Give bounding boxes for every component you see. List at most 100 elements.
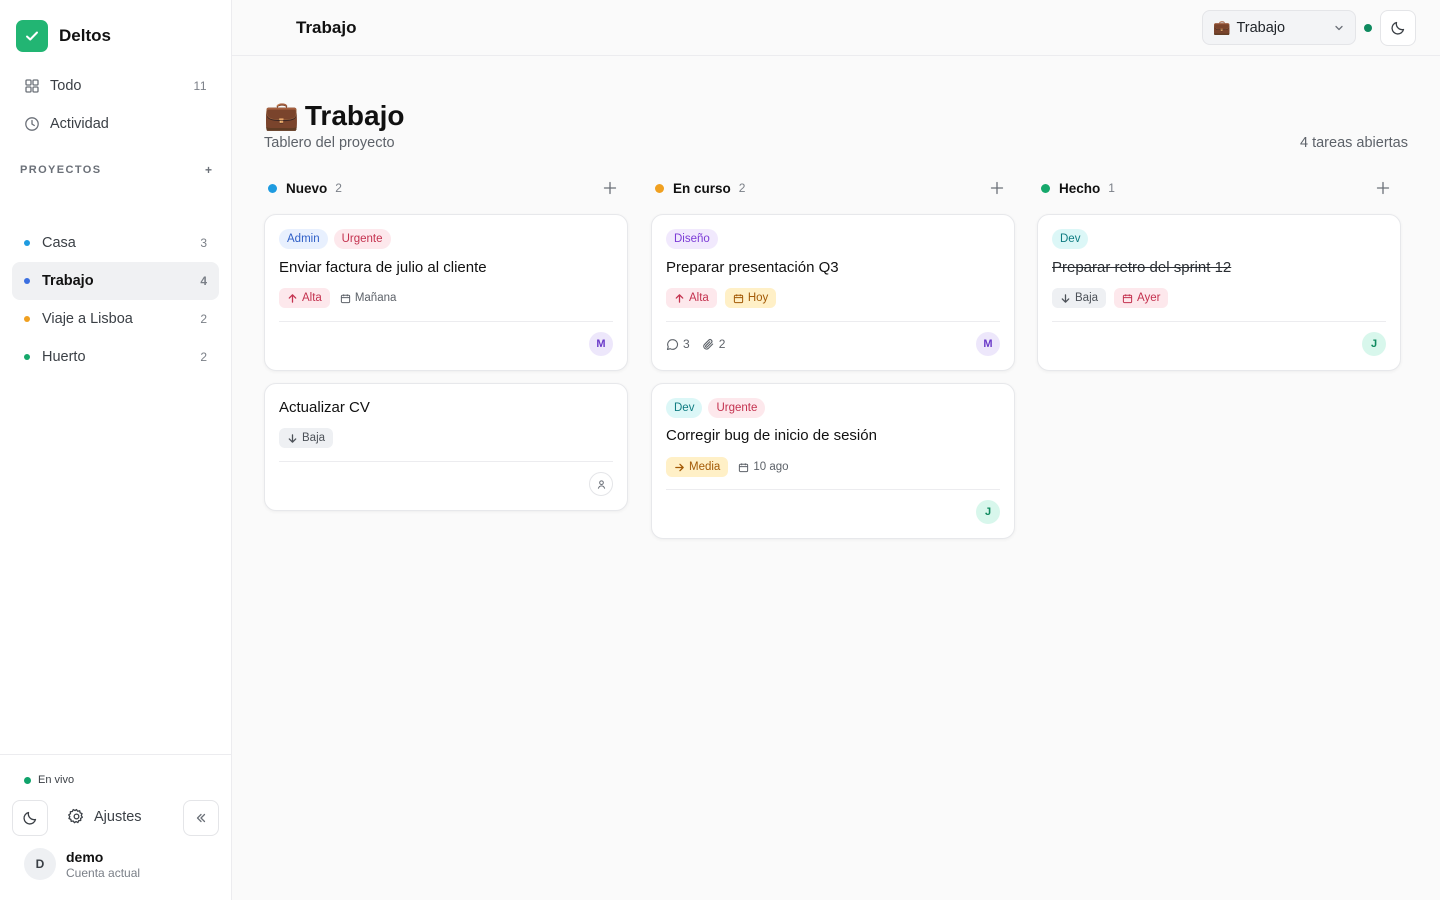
column-header: Hecho 1 — [1037, 178, 1401, 198]
column-count: 2 — [738, 181, 746, 195]
task-card[interactable]: Admin Urgente Enviar factura de julio al… — [264, 214, 628, 371]
add-task-plus-icon[interactable] — [602, 180, 618, 196]
card-tags: Dev — [1052, 229, 1089, 249]
column-en-curso: En curso 2 Diseño Preparar presentación … — [651, 178, 1015, 539]
column-name: En curso — [673, 180, 731, 196]
page-title: 💼 Trabajo — [264, 99, 404, 132]
avatar[interactable]: M — [589, 332, 613, 356]
calendar-icon — [739, 462, 749, 472]
clock-icon — [24, 116, 40, 132]
card-divider — [666, 321, 1000, 322]
card-meta: Media 10 ago — [666, 457, 791, 477]
calendar-icon — [1122, 293, 1133, 303]
card-stats: 3 2 — [666, 337, 725, 351]
calendar-icon — [733, 293, 743, 303]
due-date-chip: 10 ago — [736, 457, 790, 477]
tag-urgente: Urgente — [708, 398, 766, 418]
due-date-chip: Ayer — [1114, 288, 1169, 308]
page-header-title: Trabajo — [296, 18, 357, 37]
sidebar-item-trabajo[interactable]: Trabajo 4 — [12, 262, 219, 300]
card-divider — [1052, 321, 1386, 322]
projects-heading: PROYECTOS + — [20, 163, 212, 177]
open-tasks-count: 4 tareas abiertas — [1299, 135, 1408, 151]
add-task-plus-icon[interactable] — [989, 180, 1005, 196]
card-tags: Dev Urgente — [666, 398, 766, 418]
tag-urgente: Urgente — [333, 229, 391, 249]
arrow-down-icon — [1061, 293, 1070, 303]
card-meta: Baja Ayer — [1052, 288, 1169, 308]
user-subtitle: Cuenta actual — [66, 865, 141, 880]
sidebar-item-huerto[interactable]: Huerto 2 — [12, 338, 219, 376]
project-color-dot — [24, 316, 30, 322]
live-dot-icon — [24, 776, 31, 784]
priority-label: Alta — [302, 292, 322, 304]
nav-item-label: Actividad — [50, 116, 109, 132]
priority-label: Alta — [689, 292, 709, 304]
project-count: 2 — [200, 350, 207, 364]
unassigned-user-icon[interactable] — [589, 472, 613, 496]
app-name: Deltos — [59, 26, 111, 45]
due-date-label: Mañana — [354, 292, 397, 304]
nav-item-todo[interactable]: Todo 11 — [12, 67, 219, 105]
column-count: 1 — [1108, 181, 1115, 195]
arrow-up-icon — [675, 293, 684, 303]
project-count: 2 — [200, 312, 207, 326]
arrow-down-icon — [288, 433, 297, 443]
comments-value: 3 — [683, 337, 690, 351]
add-task-plus-icon[interactable] — [1375, 180, 1391, 196]
project-color-dot — [24, 354, 30, 360]
card-title: Preparar retro del sprint 12 — [1052, 259, 1232, 276]
card-title: Actualizar CV — [279, 399, 370, 416]
chevron-down-icon — [1335, 25, 1343, 30]
priority-chip: Alta — [279, 288, 330, 308]
priority-label: Media — [689, 461, 721, 473]
comments-count: 3 — [666, 337, 690, 351]
user-name: demo — [66, 848, 104, 865]
card-meta: Alta Hoy — [666, 288, 777, 308]
sidebar-footer: En vivo Ajustes D demo Cuenta actual — [0, 754, 231, 900]
user-account[interactable]: D demo Cuenta actual — [24, 848, 140, 880]
theme-toggle-button[interactable] — [1380, 10, 1416, 46]
settings-button[interactable]: Ajustes — [68, 808, 142, 825]
project-select[interactable]: 💼 Trabajo — [1202, 10, 1356, 45]
column-count: 2 — [335, 181, 342, 195]
comment-icon — [666, 338, 679, 350]
avatar[interactable]: J — [1362, 332, 1386, 356]
column-header: Nuevo 2 — [264, 178, 628, 198]
card-tags: Admin Urgente — [279, 229, 391, 249]
card-title: Corregir bug de inicio de sesión — [666, 427, 877, 444]
brand[interactable]: Deltos — [16, 20, 111, 52]
project-label: Huerto — [42, 349, 86, 365]
due-date-chip: Hoy — [724, 288, 777, 308]
column-name: Hecho — [1059, 180, 1101, 196]
column-hecho: Hecho 1 Dev Preparar retro del sprint 12… — [1037, 178, 1401, 371]
sidebar-item-viaje-a-lisboa[interactable]: Viaje a Lisboa 2 — [12, 300, 219, 338]
task-card[interactable]: Dev Urgente Corregir bug de inicio de se… — [651, 383, 1015, 539]
column-name: Nuevo — [286, 180, 328, 196]
column-nuevo: Nuevo 2 Admin Urgente Enviar factura de … — [264, 178, 628, 511]
theme-toggle-button[interactable] — [12, 800, 48, 836]
calendar-icon — [340, 293, 350, 303]
task-card[interactable]: Actualizar CV Baja — [264, 383, 628, 511]
card-divider — [279, 461, 613, 462]
priority-chip: Alta — [666, 288, 717, 308]
project-list: Casa 3 Trabajo 4 Viaje a Lisboa 2 Huerto… — [12, 224, 219, 376]
avatar[interactable]: J — [976, 500, 1000, 524]
avatar[interactable]: M — [976, 332, 1000, 356]
column-color-dot — [1041, 183, 1050, 193]
tag-dev: Dev — [1052, 229, 1089, 249]
attachments-value: 2 — [718, 337, 726, 351]
nav-item-actividad[interactable]: Actividad — [12, 105, 219, 143]
card-meta: Baja — [279, 428, 334, 448]
main-nav: Todo 11 Actividad — [12, 67, 219, 143]
task-card[interactable]: Dev Preparar retro del sprint 12 Baja Ay… — [1037, 214, 1401, 371]
add-project-button[interactable]: + — [205, 163, 212, 177]
nav-item-label: Todo — [50, 78, 82, 94]
column-header: En curso 2 — [651, 178, 1015, 198]
task-card[interactable]: Diseño Preparar presentación Q3 Alta Hoy… — [651, 214, 1015, 371]
collapse-sidebar-button[interactable] — [183, 800, 219, 836]
sidebar-item-casa[interactable]: Casa 3 — [12, 224, 219, 262]
card-divider — [279, 321, 613, 322]
moon-icon — [1391, 21, 1405, 35]
projects-heading-label: PROYECTOS — [20, 164, 102, 176]
